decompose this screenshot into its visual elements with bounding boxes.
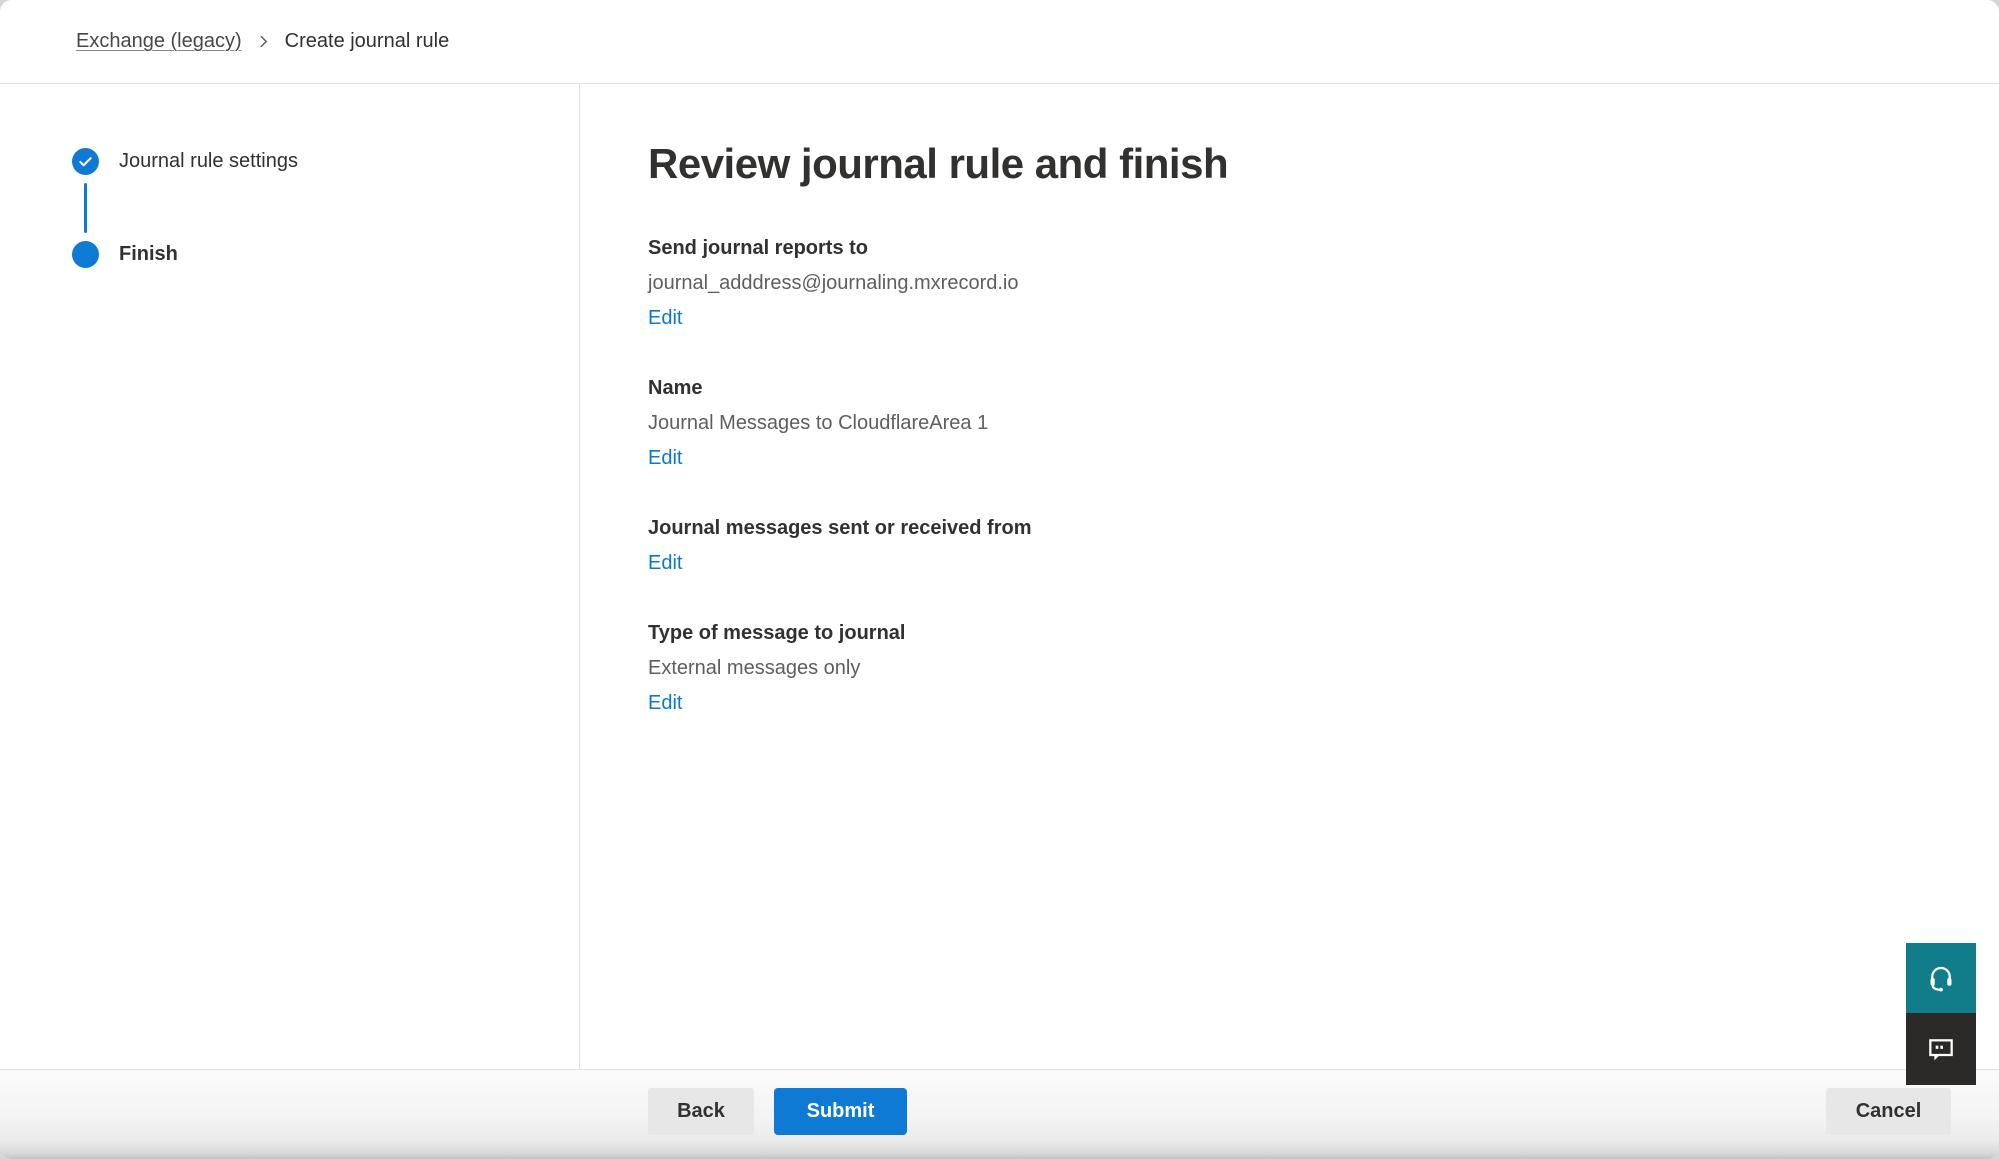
back-button[interactable]: Back	[648, 1088, 754, 1135]
chevron-right-icon	[257, 35, 270, 48]
feedback-bubble-icon	[1925, 1033, 1957, 1065]
section-label: Name	[648, 374, 1939, 402]
main-content: Review journal rule and finish Send jour…	[580, 84, 1999, 1069]
edit-link-name[interactable]: Edit	[648, 444, 682, 472]
wizard-step-finish[interactable]: Finish	[72, 241, 579, 268]
edit-link-send-journal-reports-to[interactable]: Edit	[648, 304, 682, 332]
section-value: journal_adddress@journaling.mxrecord.io	[648, 269, 1939, 297]
section-value: External messages only	[648, 654, 1939, 682]
help-button[interactable]	[1906, 943, 1976, 1013]
wizard-steps-panel: Journal rule settings Finish	[0, 84, 580, 1069]
feedback-button[interactable]	[1906, 1013, 1976, 1085]
submit-button[interactable]: Submit	[774, 1088, 907, 1135]
wizard-step-journal-rule-settings[interactable]: Journal rule settings	[72, 148, 579, 175]
edit-link-journal-messages-scope[interactable]: Edit	[648, 549, 682, 577]
body: Journal rule settings Finish Review jour…	[0, 84, 1999, 1069]
review-section-message-type: Type of message to journal External mess…	[648, 619, 1939, 717]
breadcrumb: Exchange (legacy) Create journal rule	[76, 30, 449, 53]
page-title: Review journal rule and finish	[648, 140, 1939, 188]
floating-button-stack	[1906, 943, 1976, 1085]
review-section-journal-messages-scope: Journal messages sent or received from E…	[648, 514, 1939, 577]
breadcrumb-current-page: Create journal rule	[285, 30, 450, 53]
wizard-step-label: Finish	[119, 243, 178, 266]
section-value: Journal Messages to CloudflareArea 1	[648, 409, 1939, 437]
check-circle-icon	[72, 148, 99, 175]
section-label: Journal messages sent or received from	[648, 514, 1939, 542]
cancel-button[interactable]: Cancel	[1826, 1088, 1951, 1135]
header: Exchange (legacy) Create journal rule	[0, 0, 1999, 84]
screen: Exchange (legacy) Create journal rule	[0, 0, 1999, 1159]
admin-center-window: Exchange (legacy) Create journal rule	[0, 0, 1999, 1159]
section-label: Send journal reports to	[648, 234, 1939, 262]
review-section-name: Name Journal Messages to CloudflareArea …	[648, 374, 1939, 472]
step-connector-line	[84, 183, 87, 233]
filled-circle-icon	[72, 241, 99, 268]
breadcrumb-exchange-legacy-link[interactable]: Exchange (legacy)	[76, 30, 242, 53]
wizard-footer: Back Submit Cancel	[0, 1069, 1999, 1159]
headset-icon	[1926, 963, 1956, 993]
edit-link-message-type[interactable]: Edit	[648, 689, 682, 717]
wizard-step-label: Journal rule settings	[119, 150, 298, 173]
section-label: Type of message to journal	[648, 619, 1939, 647]
review-section-send-journal-reports-to: Send journal reports to journal_adddress…	[648, 234, 1939, 332]
